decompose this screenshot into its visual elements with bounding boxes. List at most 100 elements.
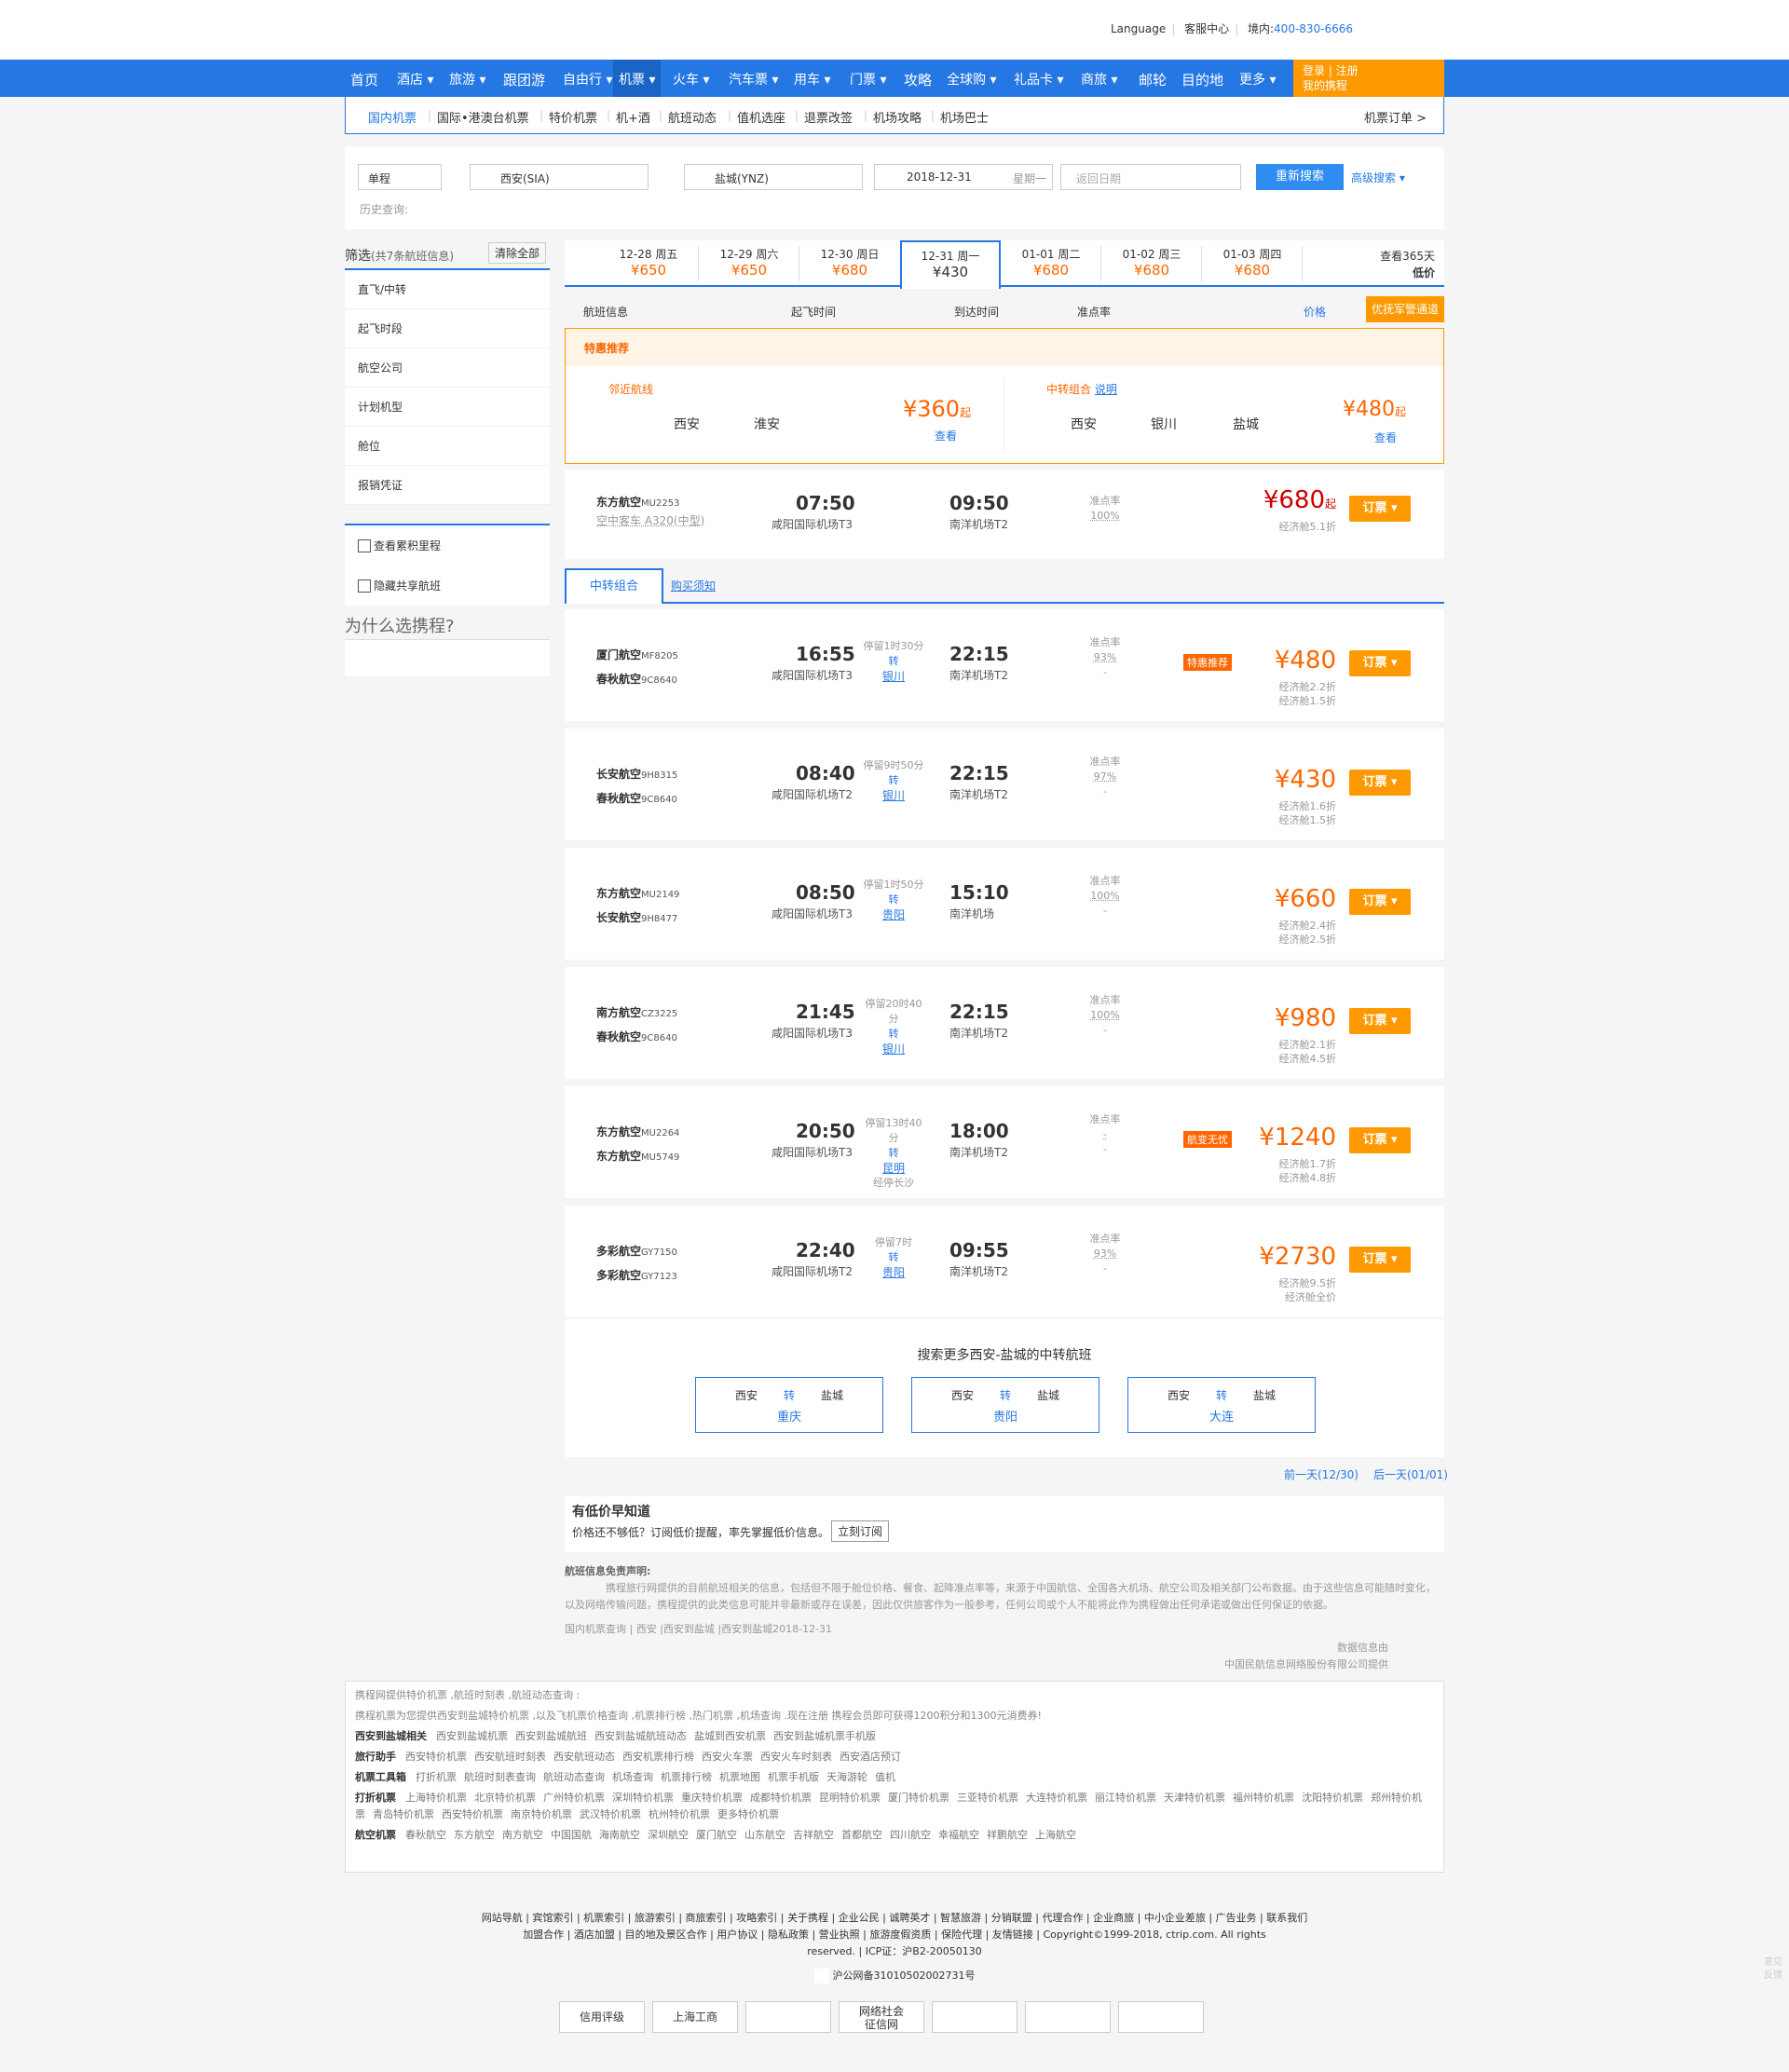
transfer-city-link[interactable]: 贵阳 xyxy=(861,907,926,922)
seo-link[interactable]: 打折机票 xyxy=(416,1771,457,1783)
book-button[interactable]: 订票 ▾ xyxy=(1349,770,1411,796)
seo-link[interactable]: 武汉特价机票 xyxy=(580,1808,641,1820)
ontime-value-1[interactable]: 93% xyxy=(1077,1247,1133,1261)
book-button[interactable]: 订票 ▾ xyxy=(1349,650,1411,676)
ontime-value-1[interactable]: 100% xyxy=(1077,889,1133,904)
nav-item-12[interactable]: 礼品卡 ▾ xyxy=(1014,70,1063,89)
ontime-value-1[interactable]: 100% xyxy=(1077,1008,1133,1023)
date-tab-4[interactable]: 01-01 周二 ¥680 xyxy=(1001,240,1101,287)
nav-item-16[interactable]: 更多 ▾ xyxy=(1239,70,1276,89)
login-box[interactable]: 登录 | 注册 我的携程 xyxy=(1293,60,1444,97)
seo-link[interactable]: 机票排行榜 xyxy=(661,1771,712,1783)
login-register-link[interactable]: 登录 | 注册 xyxy=(1303,63,1444,78)
transfer-combo-help-link[interactable]: 说明 xyxy=(1095,383,1117,396)
seo-link[interactable]: 机场查询 xyxy=(612,1771,653,1783)
seo-link[interactable]: 上海特价机票 xyxy=(405,1792,467,1804)
footer-badge-2[interactable] xyxy=(745,2001,831,2033)
more-transfer-box-1[interactable]: 西安 转 盐城 贵阳 xyxy=(911,1377,1099,1433)
nav-item-9[interactable]: 门票 ▾ xyxy=(850,70,886,89)
seo-link[interactable]: 东方航空 xyxy=(454,1829,495,1841)
seo-link[interactable]: 厦门特价机票 xyxy=(888,1792,949,1804)
footer-badge-0[interactable]: 信用评级 xyxy=(559,2001,645,2033)
book-button[interactable]: 订票 ▾ xyxy=(1349,496,1411,522)
book-button[interactable]: 订票 ▾ xyxy=(1349,1247,1411,1273)
military-channel-button[interactable]: 优抚军警通道 xyxy=(1366,296,1444,322)
filter-row-2[interactable]: 航空公司 xyxy=(345,348,550,388)
footer-badge-6[interactable] xyxy=(1118,2001,1204,2033)
nav-item-6[interactable]: 火车 ▾ xyxy=(673,70,709,89)
nav-item-0[interactable]: 首页 xyxy=(350,70,378,89)
re-search-button[interactable]: 重新搜索 xyxy=(1256,164,1344,190)
seo-link[interactable]: 福州特价机票 xyxy=(1233,1792,1294,1804)
tab-transfer-combo[interactable]: 中转组合 xyxy=(565,568,663,604)
direct-plane-type[interactable]: 空中客车 A320(中型) xyxy=(596,512,704,528)
nav-item-1[interactable]: 酒店 ▾ xyxy=(397,70,433,89)
seo-link[interactable]: 山东航空 xyxy=(744,1829,785,1841)
subnav-item-3[interactable]: 机+酒 xyxy=(616,108,650,126)
col-depart-time[interactable]: 起飞时间 xyxy=(791,304,836,320)
seo-link[interactable]: 北京特价机票 xyxy=(474,1792,536,1804)
date-tab-1[interactable]: 12-29 周六 ¥650 xyxy=(699,240,799,287)
seo-link[interactable]: 天海游轮 xyxy=(826,1771,867,1783)
from-city-input[interactable]: 西安(SIA) xyxy=(470,164,649,190)
seo-link[interactable]: 盐城到西安机票 xyxy=(694,1730,766,1742)
seo-link[interactable]: 西安特价机票 xyxy=(405,1751,467,1763)
subnav-item-0[interactable]: 国内机票 xyxy=(368,108,417,126)
return-date-input[interactable]: 返回日期 xyxy=(1060,164,1241,190)
nav-item-8[interactable]: 用车 ▾ xyxy=(794,70,830,89)
seo-link[interactable]: 厦门航空 xyxy=(696,1829,737,1841)
breadcrumb[interactable]: 国内机票查询 | 西安 |西安到盐城 |西安到盐城2018-12-31 xyxy=(565,1621,1444,1638)
footer-badge-5[interactable] xyxy=(1025,2001,1111,2033)
filter-row-5[interactable]: 报销凭证 xyxy=(345,466,550,505)
filter-check-0[interactable]: 查看累积里程 xyxy=(345,525,550,566)
nav-item-4[interactable]: 自由行 ▾ xyxy=(563,70,612,89)
nav-item-15[interactable]: 目的地 xyxy=(1181,70,1223,89)
seo-link[interactable]: 南方航空 xyxy=(502,1829,543,1841)
filter-row-4[interactable]: 舱位 xyxy=(345,427,550,466)
seo-link[interactable]: 丽江特价机票 xyxy=(1095,1792,1156,1804)
seo-link[interactable]: 吉祥航空 xyxy=(793,1829,834,1841)
subnav-item-6[interactable]: 退票改签 xyxy=(804,108,853,126)
seo-link[interactable]: 广州特价机票 xyxy=(543,1792,605,1804)
footer-badge-4[interactable] xyxy=(932,2001,1017,2033)
service-link[interactable]: 客服中心 xyxy=(1184,22,1229,35)
seo-link[interactable]: 西安航班时刻表 xyxy=(474,1751,546,1763)
to-city-input[interactable]: 盐城(YNZ) xyxy=(684,164,863,190)
more-transfer-box-2[interactable]: 西安 转 盐城 大连 xyxy=(1127,1377,1316,1433)
ontime-value-1[interactable]: - xyxy=(1077,1127,1133,1142)
clear-all-button[interactable]: 清除全部 xyxy=(487,242,546,264)
nav-item-11[interactable]: 全球购 ▾ xyxy=(947,70,996,89)
seo-link[interactable]: 杭州特价机票 xyxy=(649,1808,710,1820)
tab-purchase-notice[interactable]: 购买须知 xyxy=(671,578,716,593)
seo-link[interactable]: 航班动态查询 xyxy=(543,1771,605,1783)
ontime-value-1[interactable]: 93% xyxy=(1077,650,1133,665)
date-tab-5[interactable]: 01-02 周三 ¥680 xyxy=(1101,240,1202,287)
seo-link[interactable]: 西安酒店预订 xyxy=(840,1751,901,1763)
seo-link[interactable]: 西安到盐城机票手机版 xyxy=(773,1730,876,1742)
filter-row-0[interactable]: 直飞/中转 xyxy=(345,270,550,309)
seo-link[interactable]: 更多特价机票 xyxy=(717,1808,779,1820)
language-link[interactable]: Language xyxy=(1111,22,1166,35)
seo-link[interactable]: 幸福航空 xyxy=(938,1829,979,1841)
nav-item-3[interactable]: 跟团游 xyxy=(503,70,545,89)
book-button[interactable]: 订票 ▾ xyxy=(1349,889,1411,915)
seo-link[interactable]: 天津特价机票 xyxy=(1164,1792,1225,1804)
seo-link[interactable]: 三亚特价机票 xyxy=(957,1792,1018,1804)
seo-link[interactable]: 西安火车时刻表 xyxy=(760,1751,832,1763)
col-price[interactable]: 价格 xyxy=(1304,304,1326,320)
subnav-item-4[interactable]: 航班动态 xyxy=(668,108,717,126)
seo-link[interactable]: 首都航空 xyxy=(841,1829,882,1841)
seo-link[interactable]: 祥鹏航空 xyxy=(987,1829,1028,1841)
flight-orders-link[interactable]: 机票订单 > xyxy=(1364,108,1427,126)
feedback-side-tab[interactable]: 意见反馈 xyxy=(1763,1956,1783,1983)
transfer-city-link[interactable]: 银川 xyxy=(861,1042,926,1056)
checkbox-icon[interactable] xyxy=(358,579,371,593)
seo-link[interactable]: 成都特价机票 xyxy=(750,1792,812,1804)
subscribe-button[interactable]: 立刻订阅 xyxy=(831,1520,890,1542)
filter-row-3[interactable]: 计划机型 xyxy=(345,388,550,427)
seo-link[interactable]: 南京特价机票 xyxy=(511,1808,572,1820)
subnav-item-2[interactable]: 特价机票 xyxy=(549,108,597,126)
nav-item-5[interactable]: 机票 ▾ xyxy=(613,60,662,97)
transfer-city-link[interactable]: 银川 xyxy=(861,669,926,684)
footer-badge-1[interactable]: 上海工商 xyxy=(652,2001,738,2033)
